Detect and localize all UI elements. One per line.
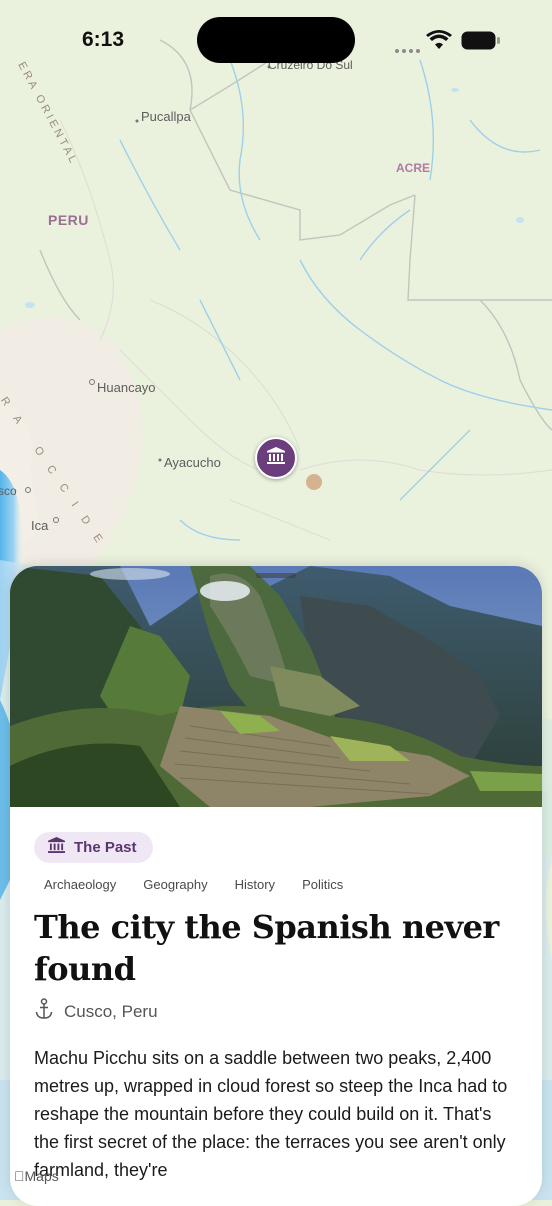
place-description: Machu Picchu sits on a saddle between tw… <box>34 1048 508 1180</box>
museum-icon <box>48 837 65 858</box>
location-text: Cusco, Peru <box>64 1001 158 1021</box>
maps-legal-label[interactable]: Maps <box>14 1168 59 1184</box>
map-pin[interactable] <box>255 437 297 479</box>
tag-archaeology[interactable]: Archaeology <box>44 877 116 892</box>
dynamic-island <box>197 17 355 63</box>
map-label-huancayo: Huancayo <box>97 380 156 395</box>
place-title: The city the Spanish never found <box>34 908 499 988</box>
battery-icon <box>461 31 501 55</box>
map-label-acre: ACRE <box>396 161 431 175</box>
tag-politics[interactable]: Politics <box>302 877 343 892</box>
tag-list: Archaeology Geography History Politics <box>44 877 343 892</box>
wifi-icon <box>426 30 452 54</box>
sheet-grabber[interactable] <box>256 573 296 578</box>
category-badge[interactable]: The Past <box>34 832 153 863</box>
tag-history[interactable]: History <box>235 877 275 892</box>
category-label: The Past <box>74 839 137 856</box>
map-label-peru: PERU <box>48 212 89 228</box>
map-label-sco: sco <box>0 484 17 498</box>
tag-geography[interactable]: Geography <box>143 877 207 892</box>
apple-logo-icon:  <box>14 1168 25 1184</box>
map-label-ayacucho: Ayacucho <box>164 455 221 470</box>
anchor-icon <box>34 998 54 1025</box>
location-dot <box>306 474 322 490</box>
status-time: 6:13 <box>82 28 125 51</box>
location-row: Cusco, Peru <box>34 998 158 1025</box>
status-bar: 6:13 <box>0 0 552 80</box>
map-label-ica: Ica <box>31 518 49 533</box>
map-label-pucallpa: Pucallpa <box>141 109 191 124</box>
museum-icon <box>267 447 285 469</box>
cellular-signal-icon <box>395 40 423 58</box>
place-card[interactable]: The Past Archaeology Geography History P… <box>10 566 542 1206</box>
place-photo <box>10 566 542 807</box>
